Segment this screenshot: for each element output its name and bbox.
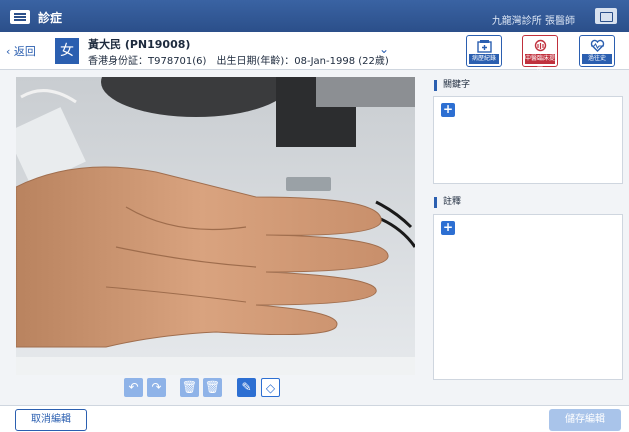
delete-all-icon[interactable]: 🗑 bbox=[203, 378, 222, 397]
gender-badge: 女 bbox=[55, 38, 79, 64]
add-note-button[interactable]: + bbox=[441, 221, 455, 235]
patient-info: 香港身份証：T978701(6) 出生日期(年齡)：08-Jan-1998 (2… bbox=[88, 56, 389, 67]
undo-icon[interactable]: ↶ bbox=[124, 378, 143, 397]
heart-history-icon bbox=[590, 39, 605, 52]
notes-title: 註釋 bbox=[434, 197, 461, 208]
back-button[interactable]: ‹ 返回 bbox=[6, 43, 36, 59]
medical-record-button[interactable]: 病歷紀錄 bbox=[466, 35, 502, 67]
clinical-alert-label: 中醫臨床提示 bbox=[525, 54, 556, 72]
bottom-bar: 取消編輯 儲存編輯 bbox=[0, 405, 629, 432]
clinical-alert-button[interactable]: 中醫臨床提示 bbox=[522, 35, 558, 72]
menu-icon[interactable] bbox=[10, 10, 30, 24]
add-keyword-button[interactable]: + bbox=[441, 103, 455, 117]
chevron-left-icon: ‹ bbox=[6, 45, 14, 58]
hand-photo bbox=[16, 77, 415, 375]
keywords-panel: + bbox=[433, 96, 623, 184]
back-label: 返回 bbox=[13, 45, 36, 58]
top-bar: 診症 九龍灣診所 張醫師 bbox=[0, 0, 629, 32]
consultation-screen: 診症 九龍灣診所 張醫師 ‹ 返回 女 黃大民 (PN19008) 香港身份証：… bbox=[0, 0, 629, 432]
medical-record-icon bbox=[477, 40, 492, 53]
patient-name: 黃大民 (PN19008) bbox=[88, 38, 191, 51]
medical-record-label: 病歷紀錄 bbox=[469, 54, 499, 64]
patient-header: ‹ 返回 女 黃大民 (PN19008) 香港身份証：T978701(6) 出生… bbox=[0, 32, 629, 72]
logout-icon[interactable] bbox=[595, 8, 617, 24]
chevron-down-icon[interactable]: ⌄ bbox=[379, 42, 389, 56]
clinical-alert-icon bbox=[534, 39, 547, 52]
page-title: 診症 bbox=[38, 11, 63, 25]
history-label: 過往史 bbox=[582, 54, 612, 64]
cancel-edit-button[interactable]: 取消編輯 bbox=[15, 409, 87, 431]
drawing-toolbar: ↶ ↷ 🗑 🗑 ✎ ◇ bbox=[0, 378, 430, 400]
save-edit-button[interactable]: 儲存編輯 bbox=[549, 409, 621, 431]
redo-icon[interactable]: ↷ bbox=[147, 378, 166, 397]
clinic-user-label: 九龍灣診所 張醫師 bbox=[491, 16, 575, 27]
notes-panel: + bbox=[433, 214, 623, 380]
photo-canvas[interactable] bbox=[16, 77, 415, 375]
history-button[interactable]: 過往史 bbox=[579, 35, 615, 67]
keywords-title: 關鍵字 bbox=[434, 80, 470, 91]
delete-icon[interactable]: 🗑 bbox=[180, 378, 199, 397]
pen-icon[interactable]: ✎ bbox=[237, 378, 256, 397]
eraser-icon[interactable]: ◇ bbox=[261, 378, 280, 397]
